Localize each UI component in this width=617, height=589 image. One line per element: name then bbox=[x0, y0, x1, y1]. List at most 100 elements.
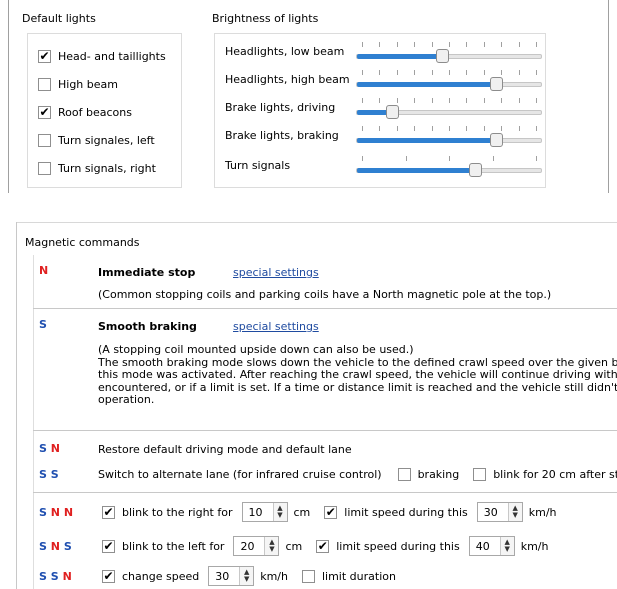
blink-left-distance-spinbox[interactable]: 20 ▲ ▼ bbox=[233, 536, 280, 556]
slider-thumb[interactable] bbox=[436, 49, 450, 63]
slider-tick bbox=[518, 126, 520, 131]
slider-track[interactable] bbox=[356, 168, 542, 173]
slider-tick bbox=[501, 70, 503, 75]
checkbox-change-speed[interactable]: ✔ bbox=[102, 569, 115, 583]
slider-brake-driving[interactable] bbox=[356, 94, 542, 122]
divider bbox=[33, 430, 617, 431]
slider-low-beam[interactable] bbox=[356, 38, 542, 66]
ssn-row: ✔ change speed 30 ▲ ▼ km/h limit duration bbox=[102, 565, 396, 587]
spin-arrows[interactable]: ▲ ▼ bbox=[499, 537, 514, 555]
limit-speed-spinbox[interactable]: 40 ▲ ▼ bbox=[468, 536, 515, 556]
slider-tick bbox=[518, 70, 520, 75]
checkbox-high-beam[interactable]: High beam bbox=[38, 74, 118, 94]
top-panel-right-border bbox=[608, 0, 609, 193]
slider-track[interactable] bbox=[356, 82, 542, 87]
slider-label: Headlights, low beam bbox=[225, 45, 345, 58]
slider-thumb[interactable] bbox=[489, 133, 503, 147]
spin-down-icon[interactable]: ▼ bbox=[277, 512, 282, 519]
blink-right-distance-spinbox[interactable]: 10 ▲ ▼ bbox=[241, 502, 288, 522]
checkbox-limit-speed[interactable]: ✔ bbox=[324, 505, 338, 519]
checkbox-turn-left[interactable]: Turn signales, left bbox=[38, 130, 155, 150]
slider-tick bbox=[362, 98, 363, 103]
checkbox-blink-left[interactable]: ✔ bbox=[102, 539, 115, 553]
slider-tick bbox=[362, 156, 363, 161]
spin-arrows[interactable]: ▲ ▼ bbox=[264, 537, 279, 555]
checkbox-box[interactable]: ✔ bbox=[38, 105, 51, 119]
slider-track[interactable] bbox=[356, 110, 542, 115]
spin-arrows[interactable]: ▲ ▼ bbox=[507, 503, 522, 521]
slider-tick bbox=[501, 126, 503, 131]
slider-turn-signals[interactable] bbox=[356, 152, 542, 180]
checkbox-turn-right[interactable]: Turn signals, right bbox=[38, 158, 156, 178]
slider-thumb[interactable] bbox=[385, 105, 399, 119]
spin-value: 40 bbox=[475, 539, 490, 553]
slider-tick bbox=[483, 126, 485, 131]
slider-label: Brake lights, driving bbox=[225, 101, 336, 114]
code-s: S bbox=[39, 468, 47, 481]
checkbox-box[interactable]: ✔ bbox=[38, 49, 51, 63]
limit-duration-label: limit duration bbox=[321, 569, 396, 583]
divider bbox=[33, 308, 617, 309]
checkbox-box[interactable] bbox=[38, 77, 51, 91]
spin-arrows[interactable]: ▲ ▼ bbox=[272, 503, 287, 521]
code-n: N bbox=[50, 540, 60, 553]
slider-fill bbox=[357, 138, 497, 143]
slider-tick bbox=[362, 126, 363, 131]
checkbox-limit-speed[interactable]: ✔ bbox=[316, 539, 330, 553]
slider-tick bbox=[414, 126, 416, 131]
desc-line: this mode was activated. After reaching … bbox=[98, 368, 617, 381]
top-panel-left-border bbox=[8, 0, 9, 193]
spin-down-icon[interactable]: ▼ bbox=[269, 546, 274, 553]
checkbox-blink-right[interactable]: ✔ bbox=[102, 505, 115, 519]
slider-tick bbox=[379, 70, 381, 75]
code-s: S bbox=[39, 318, 47, 331]
spin-down-icon[interactable]: ▼ bbox=[505, 546, 510, 553]
desc-line: operation. bbox=[98, 393, 155, 406]
checkbox-blink-after-start[interactable] bbox=[473, 467, 487, 481]
spin-down-icon[interactable]: ▼ bbox=[244, 576, 249, 583]
change-speed-spinbox[interactable]: 30 ▲ ▼ bbox=[208, 566, 255, 586]
slider-fill bbox=[357, 54, 444, 59]
slider-tick bbox=[396, 42, 398, 47]
slider-high-beam[interactable] bbox=[356, 66, 542, 94]
slider-tick bbox=[483, 98, 485, 103]
slider-tick bbox=[362, 70, 363, 75]
spin-down-icon[interactable]: ▼ bbox=[513, 512, 518, 519]
code-snn: S N N bbox=[39, 506, 73, 519]
slider-ticks bbox=[356, 70, 542, 75]
magnetic-inner-border bbox=[33, 255, 34, 589]
slider-thumb[interactable] bbox=[469, 163, 483, 177]
immediate-stop-desc: (Common stopping coils and parking coils… bbox=[98, 288, 552, 301]
special-settings-link-stop[interactable]: special settings bbox=[233, 266, 319, 279]
brightness-title: Brightness of lights bbox=[212, 12, 319, 25]
slider-tick bbox=[362, 42, 363, 47]
snn-row: ✔ blink to the right for 10 ▲ ▼ cm ✔ limi… bbox=[102, 501, 557, 523]
slider-tick bbox=[466, 42, 468, 47]
slider-tick bbox=[379, 98, 381, 103]
slider-brake-braking[interactable] bbox=[356, 122, 542, 150]
slider-track[interactable] bbox=[356, 138, 542, 143]
checkbox-box[interactable] bbox=[38, 133, 51, 147]
code-n: N bbox=[63, 506, 74, 519]
checkmark-icon: ✔ bbox=[103, 569, 114, 583]
slider-tick bbox=[396, 70, 398, 75]
checkbox-roof-beacons[interactable]: ✔ Roof beacons bbox=[38, 102, 132, 122]
slider-tick bbox=[449, 156, 450, 161]
limit-speed-spinbox[interactable]: 30 ▲ ▼ bbox=[476, 502, 523, 522]
slider-row-high-beam: Headlights, high beam bbox=[223, 66, 542, 94]
slider-thumb[interactable] bbox=[489, 77, 503, 91]
slider-tick bbox=[536, 126, 537, 131]
checkbox-limit-duration[interactable] bbox=[301, 569, 315, 583]
slider-row-brake-braking: Brake lights, braking bbox=[223, 122, 542, 150]
special-settings-link-braking[interactable]: special settings bbox=[233, 320, 319, 333]
slider-ticks bbox=[356, 126, 542, 131]
spin-arrows[interactable]: ▲ ▼ bbox=[239, 567, 254, 585]
checkbox-head-taillights[interactable]: ✔ Head- and taillights bbox=[38, 46, 166, 66]
checkbox-box[interactable] bbox=[38, 161, 51, 175]
unit-cm: cm bbox=[293, 505, 311, 519]
slider-tick bbox=[431, 126, 433, 131]
alternate-row: Switch to alternate lane (for infrared c… bbox=[98, 463, 617, 485]
checkbox-braking[interactable] bbox=[397, 467, 411, 481]
checkbox-label: Turn signales, left bbox=[58, 133, 155, 147]
checkmark-icon: ✔ bbox=[39, 49, 50, 63]
